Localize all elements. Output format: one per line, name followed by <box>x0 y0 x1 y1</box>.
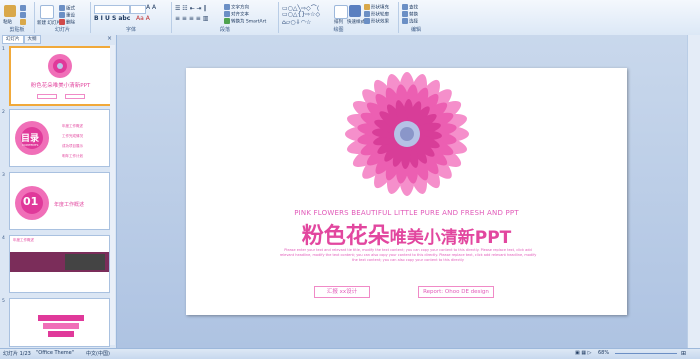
slide-thumbnail-2[interactable]: 目录 CONTENTS 年度工作概述 工作完成情况 成功项目展示 明年工作计划 <box>9 109 110 167</box>
font-name-dropdown[interactable] <box>94 5 130 14</box>
shape-effects-button[interactable]: 形状效果 <box>364 18 389 25</box>
slide-number: 3 <box>2 173 5 178</box>
slide-thumbnail-4[interactable]: 年度工作概述 <box>9 235 110 293</box>
slide[interactable]: PINK FLOWERS BEAUTIFUL LITTLE PURE AND F… <box>186 68 627 315</box>
font-style-buttons[interactable]: B I U S abc <box>94 15 130 22</box>
thumb-shape <box>43 323 79 329</box>
arrange-icon[interactable] <box>334 5 348 19</box>
paste-button[interactable]: 粘贴 <box>3 19 12 25</box>
slide-thumbnail-3[interactable]: 01 年度工作概述 <box>9 172 110 230</box>
slide-title: 粉色花朵唯美小清新PPT <box>186 218 627 250</box>
thumb-pill <box>37 94 57 99</box>
slides-group: 新建 幻灯片 版式 重设 删除 幻灯片 <box>35 2 91 33</box>
group-label: 幻灯片 <box>54 27 70 33</box>
language-indicator[interactable]: 中文(中国) <box>86 350 110 357</box>
view-buttons[interactable]: ▣ ▦ ▷ <box>575 350 591 356</box>
group-label: 编辑 <box>410 27 421 33</box>
format-painter-button[interactable] <box>20 19 27 26</box>
reset-button[interactable]: 重设 <box>59 12 75 19</box>
quick-styles-button[interactable]: 快速样式 <box>347 19 365 25</box>
toc-item: 明年工作计划 <box>62 154 83 158</box>
drawing-group: ▭○△╲⇨◇⌒⟨ ▭○△{}⇨☆◇ ⌂▱○⇩◠☆ 排列 快速样式 形状填充 形状… <box>279 2 399 33</box>
font-size-dropdown[interactable] <box>130 5 146 14</box>
panel-tabs: 幻灯片 大纲 <box>2 35 41 44</box>
thumb-shape <box>38 315 84 321</box>
slide-body-text: Please enter your text and relevant tie … <box>279 248 537 262</box>
slide-thumbnail-5[interactable] <box>9 298 110 347</box>
tab-slides[interactable]: 幻灯片 <box>2 35 24 44</box>
thumb-title: 粉色花朵唯美小清新PPT <box>30 83 91 89</box>
tab-outline[interactable]: 大纲 <box>23 35 41 44</box>
copy-button[interactable] <box>20 12 27 19</box>
slide-number: 5 <box>2 299 5 304</box>
list-buttons[interactable]: ☰ ☷ ⇤ ⇥ ‖ <box>175 5 206 12</box>
ribbon: 粘贴 剪贴板 新建 幻灯片 版式 重设 删除 幻灯片 A A B I U S a… <box>0 0 700 36</box>
arrange-button[interactable]: 排列 <box>334 19 343 25</box>
group-label: 绘图 <box>333 27 344 33</box>
slide-number: 2 <box>2 110 5 115</box>
thumb-subtitle: CONTENTS <box>22 143 39 147</box>
shape-outline-button[interactable]: 形状轮廓 <box>364 11 389 18</box>
clipboard-group: 粘贴 剪贴板 <box>0 2 35 33</box>
shapes-gallery-row3[interactable]: ⌂▱○⇩◠☆ <box>282 19 311 26</box>
font-group: A A B I U S abc Aa A 字体 <box>91 2 172 33</box>
thumb-number: 01 <box>23 195 39 208</box>
shape-fill-button[interactable]: 形状填充 <box>364 4 389 11</box>
thumb-title: 年度工作概述 <box>13 238 34 242</box>
toc-item: 年度工作概述 <box>62 124 83 128</box>
layout-button[interactable]: 版式 <box>59 5 75 12</box>
panel-scrollbar[interactable] <box>110 45 115 345</box>
editor-scrollbar[interactable] <box>687 35 700 348</box>
status-bar: 幻灯片 1/23 "Office Theme" 中文(中国) ▣ ▦ ▷ 68%… <box>0 348 700 359</box>
title-main: 粉色花朵 <box>301 224 390 249</box>
text-direction-button[interactable]: 文字方向 <box>224 4 249 11</box>
editing-group: 查找 替换 选择 编辑 <box>399 2 433 33</box>
title-rest: 唯美小清新PPT <box>389 228 512 248</box>
group-label: 剪贴板 <box>9 27 25 33</box>
replace-button[interactable]: 替换 <box>402 11 418 18</box>
fit-window-icon[interactable]: ⊞ <box>681 350 686 357</box>
quick-styles-icon[interactable] <box>349 5 361 17</box>
report-box: Report: Ohoo DE design <box>418 286 494 298</box>
slide-thumbnail-1[interactable]: 粉色花朵唯美小清新PPT <box>9 46 112 106</box>
shapes-gallery-row2[interactable]: ▭○△{}⇨☆◇ <box>282 11 320 18</box>
slide-position: 幻灯片 1/23 <box>3 351 31 357</box>
paste-icon[interactable] <box>4 5 16 17</box>
theme-name: "Office Theme" <box>36 350 75 356</box>
thumb-pill <box>65 94 85 99</box>
find-button[interactable]: 查找 <box>402 4 418 11</box>
paragraph-group: ☰ ☷ ⇤ ⇥ ‖ ≡ ≡ ≡ ≡ ▥ 文字方向 对齐文本 转换为 SmartA… <box>172 2 279 33</box>
zoom-slider[interactable] <box>615 353 677 354</box>
convert-smartart-button[interactable]: 转换为 SmartArt <box>224 18 266 25</box>
close-icon[interactable]: × <box>107 35 112 42</box>
flower-image <box>345 72 469 196</box>
group-label: 字体 <box>125 27 136 33</box>
thumb-toc: 年度工作概述 工作完成情况 成功项目展示 明年工作计划 <box>62 121 83 161</box>
slide-number: 4 <box>2 236 5 241</box>
toc-item: 成功项目展示 <box>62 144 83 148</box>
new-slide-icon[interactable] <box>40 5 54 19</box>
thumb-shape <box>48 331 74 337</box>
group-label: 段落 <box>219 27 230 33</box>
flower-center-inner <box>400 127 414 141</box>
cut-button[interactable] <box>20 5 27 12</box>
slide-thumbnails-panel: 幻灯片 大纲 × 1 粉色花朵唯美小清新PPT 2 目录 CONTENTS 年度工… <box>0 35 117 348</box>
flower-thumb-image <box>48 54 72 78</box>
align-buttons[interactable]: ≡ ≡ ≡ ≡ ▥ <box>175 15 208 22</box>
zoom-level[interactable]: 68% <box>598 350 609 356</box>
align-text-button[interactable]: 对齐文本 <box>224 11 249 18</box>
slide-number: 1 <box>2 47 5 52</box>
presenter-box: 汇报 xx设计 <box>314 286 370 298</box>
select-button[interactable]: 选择 <box>402 18 418 25</box>
toc-item: 工作完成情况 <box>62 134 83 138</box>
slide-subtitle-en: PINK FLOWERS BEAUTIFUL LITTLE PURE AND F… <box>294 209 519 217</box>
thumb-title: 年度工作概述 <box>54 202 85 208</box>
grow-font-button[interactable]: A A <box>146 4 156 11</box>
font-color-button[interactable]: Aa A <box>136 15 150 22</box>
thumb-photo <box>65 254 105 270</box>
delete-button[interactable]: 删除 <box>59 19 75 26</box>
